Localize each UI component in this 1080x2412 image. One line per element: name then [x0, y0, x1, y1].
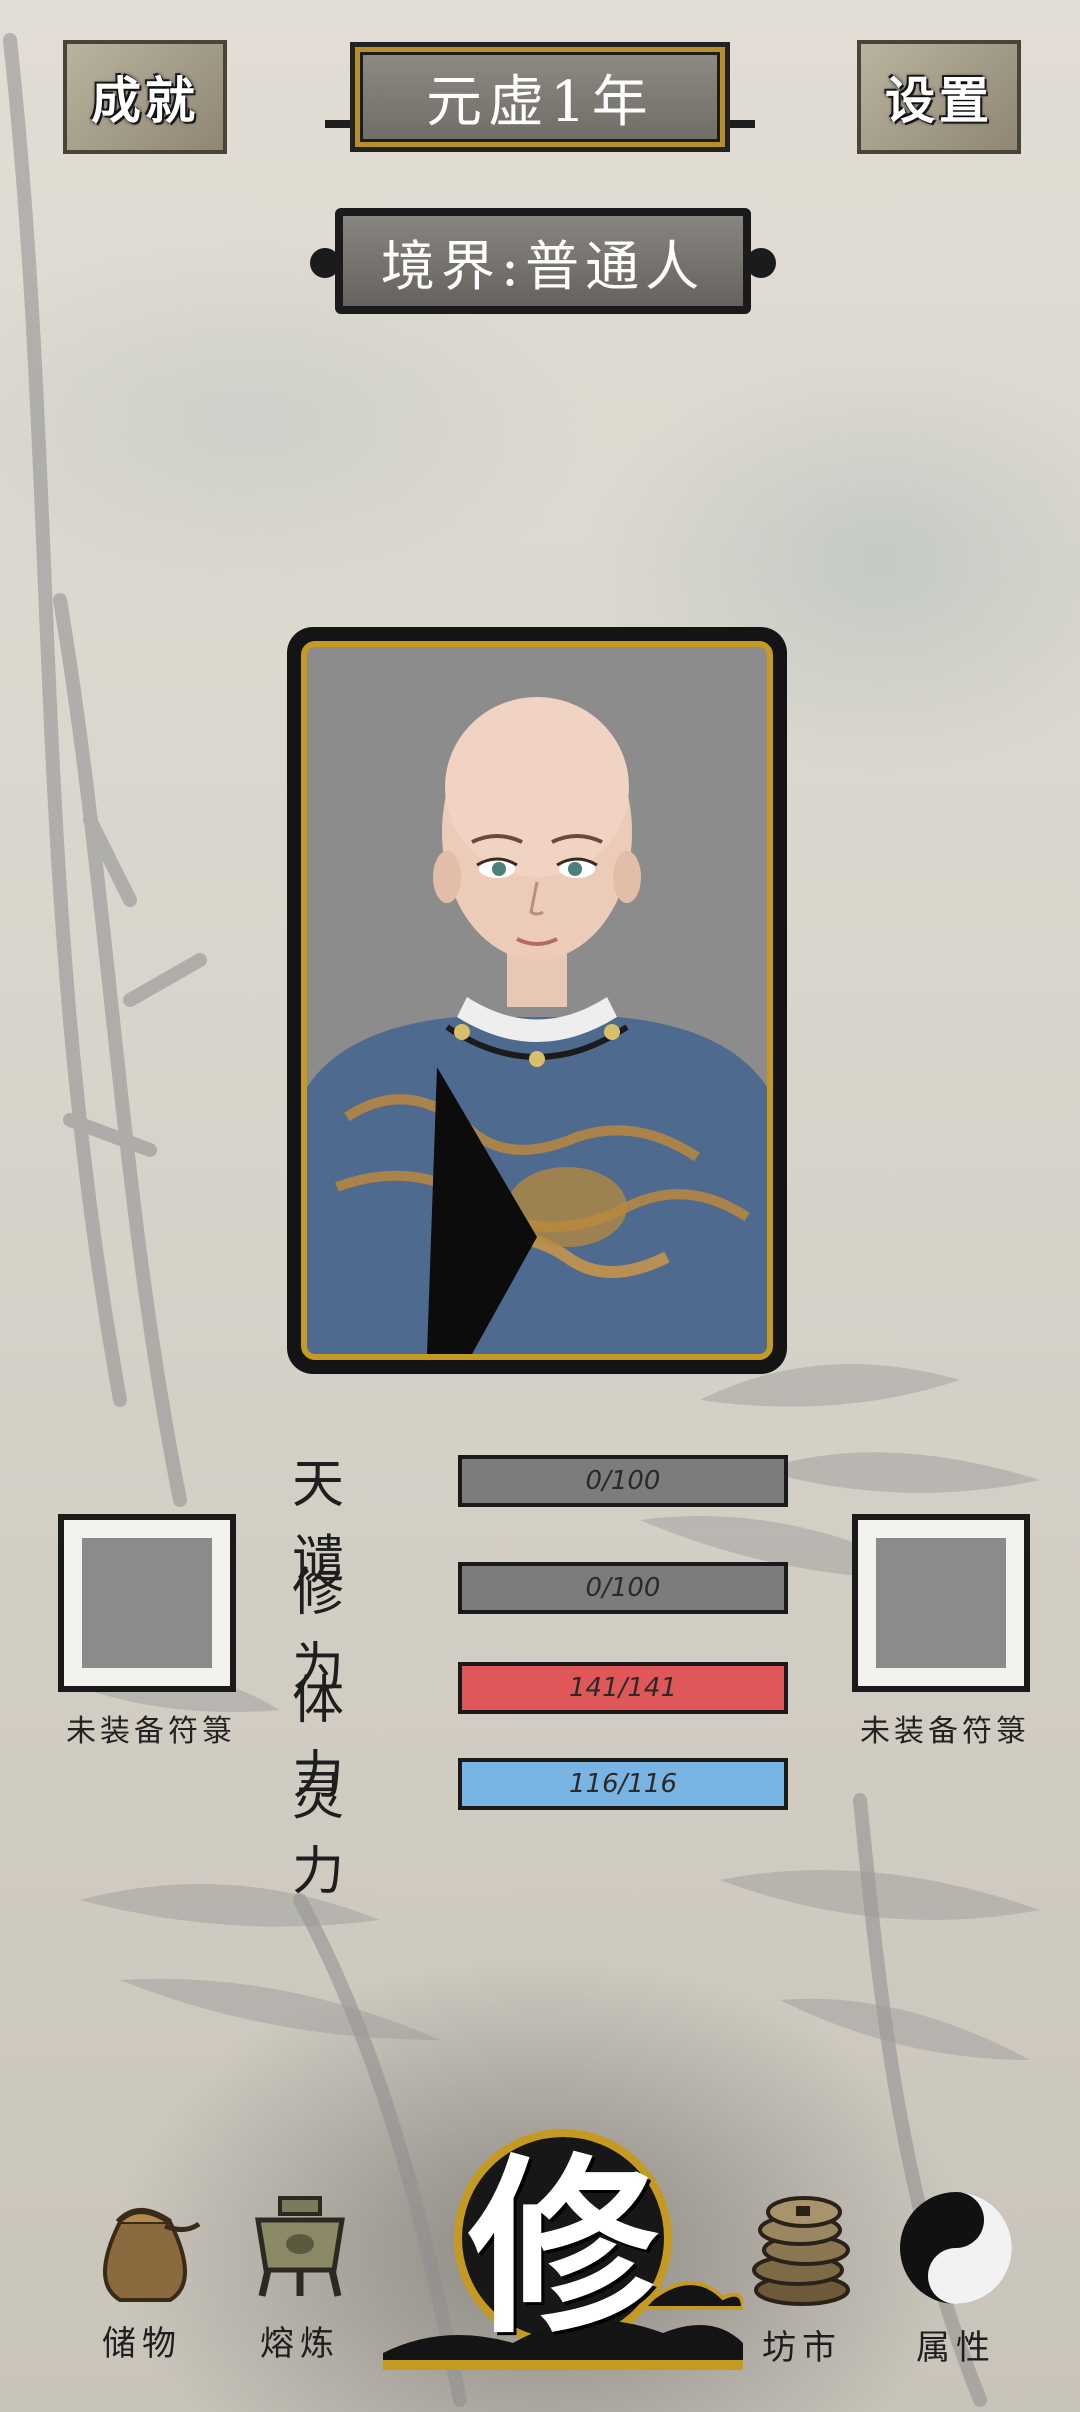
achievements-button[interactable]: 成就: [63, 40, 227, 154]
talisman-slot-empty: [876, 1538, 1006, 1668]
nav-smelt[interactable]: 熔炼: [238, 2192, 362, 2365]
cultivate-label: 修: [467, 2136, 658, 2359]
nav-attributes[interactable]: 属性: [894, 2190, 1018, 2369]
year-display: 元虚1年: [350, 42, 730, 152]
yin-yang-icon: [900, 2192, 1012, 2304]
heavenly-punishment-value: 0/100: [585, 1466, 661, 1496]
nav-storage[interactable]: 储物: [80, 2192, 204, 2365]
talisman-slot-left-label: 未装备符箓: [66, 1714, 236, 1749]
stamina-value: 141/141: [568, 1673, 677, 1703]
character-avatar: [307, 647, 767, 1354]
coin-stack-icon: [752, 2196, 850, 2306]
talisman-slot-left[interactable]: [58, 1514, 236, 1692]
nav-attributes-label: 属性: [916, 2328, 996, 2368]
spirit-value: 116/116: [568, 1769, 677, 1799]
talisman-slot-right[interactable]: [852, 1514, 1030, 1692]
nav-market-label: 坊市: [762, 2328, 842, 2368]
nav-smelt-label: 熔炼: [260, 2324, 340, 2364]
settings-button[interactable]: 设置: [857, 40, 1021, 154]
talisman-slot-empty: [82, 1538, 212, 1668]
character-portrait[interactable]: [287, 627, 787, 1374]
year-text: 元虚1年: [426, 69, 654, 135]
stamina-bar: 141/141: [458, 1662, 788, 1714]
settings-label: 设置: [885, 71, 993, 130]
realm-display: 境界:普通人: [335, 208, 751, 314]
portrait-card: [301, 641, 773, 1360]
cultivation-value: 0/100: [585, 1573, 661, 1603]
nav-market[interactable]: 坊市: [740, 2190, 864, 2369]
spirit-bar: 116/116: [458, 1758, 788, 1810]
cultivate-button[interactable]: 修: [373, 2128, 753, 2378]
achievements-label: 成就: [91, 71, 199, 130]
cauldron-icon: [255, 2196, 345, 2297]
stat-label-spirit: 灵力: [292, 1767, 359, 1902]
nav-storage-label: 储物: [102, 2324, 182, 2364]
realm-text: 境界:普通人: [380, 234, 706, 298]
pouch-icon: [103, 2208, 201, 2302]
cultivation-bar: 0/100: [458, 1562, 788, 1614]
talisman-slot-right-label: 未装备符箓: [860, 1714, 1030, 1749]
heavenly-punishment-bar: 0/100: [458, 1455, 788, 1507]
